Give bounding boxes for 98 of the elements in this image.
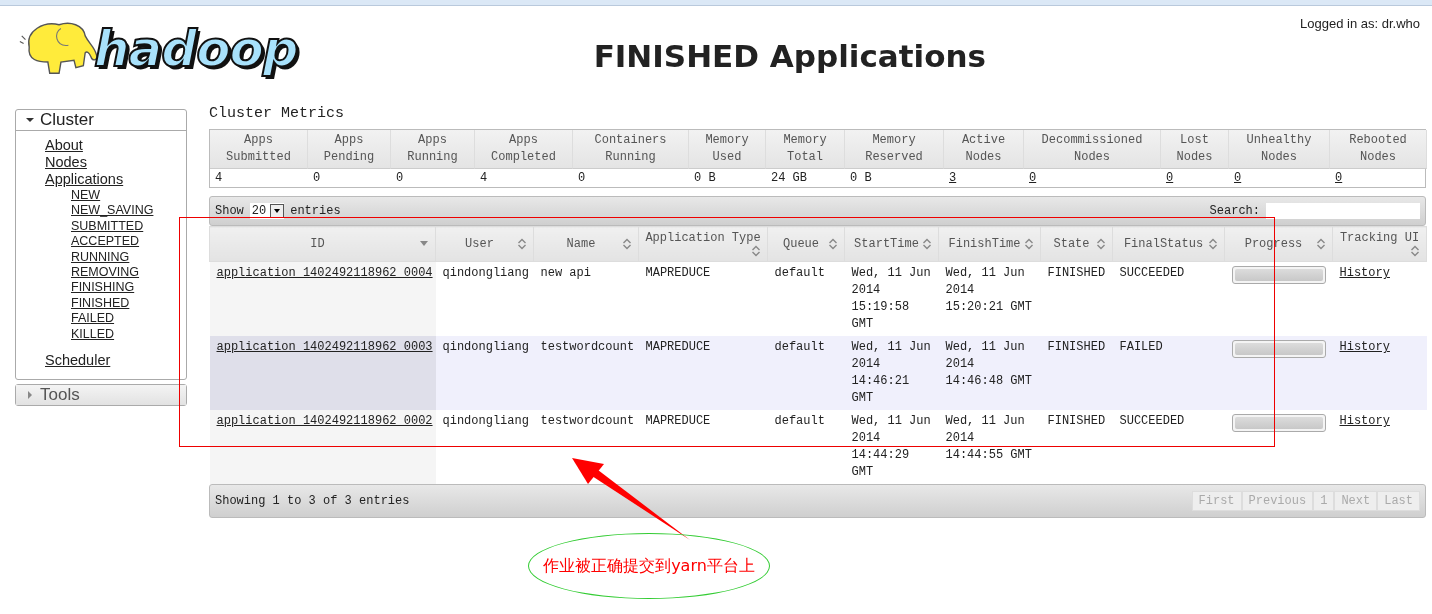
column-header[interactable]: Queue <box>767 226 845 262</box>
metric-value: 24 GB <box>771 171 807 185</box>
table-cell: Wed, 11 Jun 2014 14:44:55 GMT <box>945 414 1032 462</box>
column-header: Memory Used <box>689 130 766 169</box>
sidebar-sublink[interactable]: KILLED <box>71 326 115 343</box>
table-cell: Wed, 11 Jun 2014 15:20:21 GMT <box>945 266 1032 314</box>
table-cell: testwordcount <box>540 414 635 428</box>
table-cell: FAILED <box>1119 340 1163 354</box>
table-cell: FINISHED <box>1047 340 1106 354</box>
table-cell: default <box>774 266 825 280</box>
table-cell: FINISHED <box>1047 266 1106 280</box>
sidebar-link[interactable]: Scheduler <box>45 352 111 370</box>
sidebar-sublink[interactable]: REMOVING <box>71 265 140 281</box>
sidebar-section-header[interactable]: Tools <box>16 385 186 406</box>
table-cell: default <box>774 340 825 354</box>
metric-link[interactable]: 0 <box>1234 171 1242 185</box>
entries-label: entries <box>290 204 341 218</box>
metric-value: 0 <box>396 171 404 185</box>
metric-value: 4 <box>480 171 488 185</box>
table-cell: qindongliang <box>442 266 529 280</box>
table-cell: testwordcount <box>540 340 635 354</box>
column-header: Rebooted Nodes <box>1330 130 1427 169</box>
table-cell: Wed, 11 Jun 2014 14:44:29 GMT <box>851 414 931 479</box>
id-link[interactable]: application_1402492118962_0002 <box>216 414 433 428</box>
table-row[interactable]: application_1402492118962_0004 qindongliang new api MAPREDUCE default Wed, 11 Jun 2014 15:19:58 GMT Wed, 11 Jun 2014 15:20:21 GMT FINISHED SUCCEEDED History <box>209 261 1427 336</box>
sidebar-link[interactable]: Nodes <box>45 154 87 171</box>
column-header[interactable]: User <box>435 226 534 262</box>
table-cell: qindongliang <box>442 414 529 428</box>
column-header[interactable]: FinalStatus <box>1112 226 1225 262</box>
metric-value: 0 <box>578 171 586 185</box>
column-header[interactable]: Application Type <box>638 226 768 262</box>
sidebar-link[interactable]: About <box>45 137 83 154</box>
table-cell: Wed, 11 Jun 2014 14:46:21 GMT <box>851 340 931 405</box>
sidebar-sublink[interactable]: NEW_SAVING <box>71 203 154 219</box>
column-header[interactable]: Tracking UI <box>1332 226 1427 262</box>
section-title: Cluster Metrics <box>209 105 346 123</box>
column-header[interactable]: ID <box>209 226 436 262</box>
column-header: Lost Nodes <box>1161 130 1229 169</box>
column-header: Unhealthy Nodes <box>1229 130 1330 169</box>
column-header: Apps Completed <box>475 130 573 169</box>
column-header: Decommissioned Nodes <box>1024 130 1161 169</box>
sidebar-sublink[interactable]: SUBMITTED <box>71 218 144 235</box>
table-cell: MAPREDUCE <box>645 266 711 280</box>
table-row[interactable]: application_1402492118962_0003 qindongliang testwordcount MAPREDUCE default Wed, 11 Jun 2014 14:46:21 GMT Wed, 11 Jun 2014 14:46:48 GMT FINISHED FAILED History <box>209 336 1427 410</box>
logo-text: hadoop <box>94 20 298 78</box>
history-link[interactable]: History <box>1339 414 1390 428</box>
sidebar-sublink[interactable]: ACCEPTED <box>71 234 140 250</box>
metric-link[interactable]: 3 <box>949 171 957 185</box>
table-cell: MAPREDUCE <box>645 340 711 354</box>
triangle-down-icon <box>26 116 34 124</box>
show-label: Show <box>215 204 244 218</box>
sidebar-sublink[interactable]: NEW <box>71 188 101 204</box>
sidebar-sublink[interactable]: FAILED <box>71 311 115 327</box>
sidebar-sublink[interactable]: FINISHING <box>71 280 135 296</box>
sidebar-section-header[interactable]: Cluster <box>16 110 186 131</box>
column-header: Active Nodes <box>944 130 1024 169</box>
sidebar-link[interactable]: Applications <box>45 171 124 188</box>
table-cell: new api <box>540 266 591 280</box>
id-link[interactable]: application_1402492118962_0004 <box>216 266 433 280</box>
column-header: Apps Running <box>391 130 475 169</box>
column-header[interactable]: Name <box>533 226 639 262</box>
triangle-right-icon <box>26 391 34 400</box>
metric-link[interactable]: 0 <box>1166 171 1174 185</box>
caret-icon <box>270 204 285 218</box>
table-cell: default <box>774 414 825 428</box>
history-link[interactable]: History <box>1339 266 1390 280</box>
table-cell: Wed, 11 Jun 2014 15:19:58 GMT <box>851 266 931 331</box>
table-cell: MAPREDUCE <box>645 414 711 428</box>
metric-value: 0 B <box>850 171 872 185</box>
metric-value: 4 <box>215 171 223 185</box>
sidebar-sublink[interactable]: FINISHED <box>71 295 130 312</box>
metric-link[interactable]: 0 <box>1029 171 1037 185</box>
column-header: Memory Total <box>766 130 845 169</box>
metric-link[interactable]: 0 <box>1335 171 1343 185</box>
table-cell: qindongliang <box>442 340 529 354</box>
login-status: Logged in as: dr.who <box>1300 16 1420 31</box>
table-cell: Wed, 11 Jun 2014 14:46:48 GMT <box>945 340 1032 388</box>
search-field[interactable] <box>1266 203 1420 219</box>
table-cell: FINISHED <box>1047 414 1106 428</box>
column-header[interactable]: FinishTime <box>938 226 1041 262</box>
entries-info: Showing 1 to 3 of 3 entries <box>215 494 410 508</box>
id-link[interactable]: application_1402492118962_0003 <box>216 340 433 354</box>
metric-value: 0 B <box>694 171 716 185</box>
column-header: Memory Reserved <box>845 130 944 169</box>
search-label: Search: <box>1209 204 1260 218</box>
column-header: Apps Submitted <box>210 130 308 169</box>
table-row[interactable]: application_1402492118962_0002 qindongliang testwordcount MAPREDUCE default Wed, 11 Jun 2014 14:44:29 GMT Wed, 11 Jun 2014 14:44:55 GMT FINISHED SUCCEEDED History <box>209 410 1427 484</box>
table-cell: SUCCEEDED <box>1119 266 1185 280</box>
table-cell: SUCCEEDED <box>1119 414 1185 428</box>
annotation-text: 作业被正确提交到yarn平台上 <box>543 555 755 577</box>
column-header: Apps Pending <box>308 130 391 169</box>
column-header[interactable]: State <box>1040 226 1113 262</box>
column-header: Containers Running <box>573 130 689 169</box>
metric-value: 0 <box>313 171 321 185</box>
history-link[interactable]: History <box>1339 340 1390 354</box>
page-title: FINISHED Applications <box>592 38 987 74</box>
sidebar-sublink[interactable]: RUNNING <box>71 249 130 266</box>
column-header[interactable]: StartTime <box>844 226 939 262</box>
